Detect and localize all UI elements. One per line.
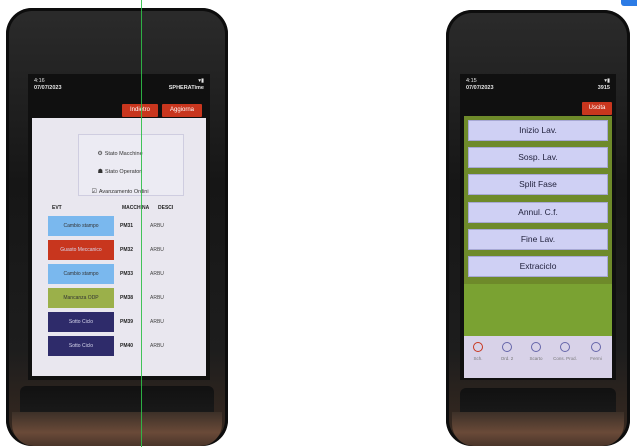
event-cell: Mancanza ODP [48,288,114,308]
gear-icon: ⚙ [97,151,103,157]
device-bumper [452,412,624,446]
status-bar: 4:16 07/07/2023 ▾▮ SPHERATime [34,78,204,96]
nav-label: Fermi [590,356,602,361]
nav-item[interactable]: Ord. 2 [495,342,519,361]
machine-cell: PM33 [120,271,134,277]
left-screen: 4:16 07/07/2023 ▾▮ SPHERATime Indietro A… [28,74,210,380]
signal-icon: ▾▮ [198,78,204,84]
status-id: 3915 [597,85,610,91]
menu-box [78,134,184,196]
status-time: 4:16 [34,78,45,84]
back-button[interactable]: Indietro [122,104,158,117]
machine-cell: PM32 [120,247,134,253]
nav-item[interactable]: Sch. [466,342,490,361]
circle-icon [560,342,570,352]
desc-cell: ARBU [150,295,164,301]
nav-item[interactable]: Fermi [584,342,608,361]
desc-cell: ARBU [150,343,164,349]
menu-label: Stato Operatori [105,169,143,175]
fine-lav-button[interactable]: Fine Lav. [468,229,608,250]
inizio-lav-button[interactable]: Inizio Lav. [468,120,608,141]
nav-label: Cons. Prod. [553,356,577,361]
panel-lower-area [464,284,612,336]
main-panel: ⚙ Stato Macchine ☗ Stato Operatori ☑ Avanza… [32,118,206,376]
col-desc: DESCI [158,205,174,211]
table-row[interactable]: Cambio stampo PM31 ARBU [44,216,202,236]
status-bar: 4:15 07/07/2023 ▾▮ 3915 [466,78,610,96]
circle-icon [531,342,541,352]
right-screen: 4:15 07/07/2023 ▾▮ 3915 Uscita Inizio La… [460,74,616,380]
annul-cf-button[interactable]: Annul. C.f. [468,202,608,223]
machine-cell: PM40 [120,343,134,349]
extraciclo-button[interactable]: Extraciclo [468,256,608,277]
status-date: 07/07/2023 [466,85,494,91]
corner-badge [621,0,637,6]
nav-label: Ord. 2 [500,356,514,361]
col-evt: EVT [52,205,62,211]
menu-label: Stato Macchine [104,151,143,157]
table-header: EVT MACCHINA DESCI [44,204,202,214]
circle-icon [502,342,512,352]
machine-cell: PM39 [120,319,134,325]
right-device: 4:15 07/07/2023 ▾▮ 3915 Uscita Inizio La… [446,10,630,446]
split-fase-button[interactable]: Split Fase [468,174,608,195]
table-row[interactable]: Sotto Ciclo PM40 ARBU [44,336,202,356]
menu-stato-operatori[interactable]: ☗ Stato Operatori [72,168,168,177]
circle-icon [591,342,601,352]
users-icon: ☗ [97,169,104,175]
nav-label: Scarto [529,356,543,361]
left-device: 4:16 07/07/2023 ▾▮ SPHERATime Indietro A… [6,8,228,446]
desc-cell: ARBU [150,247,164,253]
desc-cell: ARBU [150,223,164,229]
table-row[interactable]: Guasto Meccanico PM32 ARBU [44,240,202,260]
exit-button[interactable]: Uscita [582,102,612,115]
event-cell: Sotto Ciclo [48,312,114,332]
table-row[interactable]: Sotto Ciclo PM39 ARBU [44,312,202,332]
nav-label: Sch. [473,356,483,361]
signal-icon: ▾▮ [604,78,610,84]
vertical-green-line [141,0,142,447]
desc-cell: ARBU [150,271,164,277]
menu-stato-macchine[interactable]: ⚙ Stato Macchine [72,150,168,159]
event-cell: Guasto Meccanico [48,240,114,260]
desc-cell: ARBU [150,319,164,325]
nav-item[interactable]: Cons. Prod. [553,342,577,361]
bottom-nav: Sch. Ord. 2 Scarto Cons. Prod. Fermi [464,336,612,378]
table-row[interactable]: Mancanza ODP PM38 ARBU [44,288,202,308]
event-cell: Cambio stampo [48,216,114,236]
circle-icon [473,342,483,352]
nav-item[interactable]: Scarto [524,342,548,361]
device-bumper [12,412,222,446]
event-cell: Sotto Ciclo [48,336,114,356]
checklist-icon: ☑ [91,189,97,195]
refresh-button[interactable]: Aggiorna [162,104,202,117]
status-date: 07/07/2023 [34,85,62,91]
status-app: SPHERATime [168,85,204,91]
col-macchina: MACCHINA [122,205,150,211]
machine-cell: PM38 [120,295,134,301]
machine-cell: PM31 [120,223,134,229]
sosp-lav-button[interactable]: Sosp. Lav. [468,147,608,168]
event-cell: Cambio stampo [48,264,114,284]
actions-panel: Inizio Lav. Sosp. Lav. Split Fase Annul.… [464,116,612,378]
menu-avanzamento-ordini[interactable]: ☑ Avanzamento Ordini [72,188,168,197]
status-time: 4:15 [466,78,477,84]
table-row[interactable]: Cambio stampo PM33 ARBU [44,264,202,284]
